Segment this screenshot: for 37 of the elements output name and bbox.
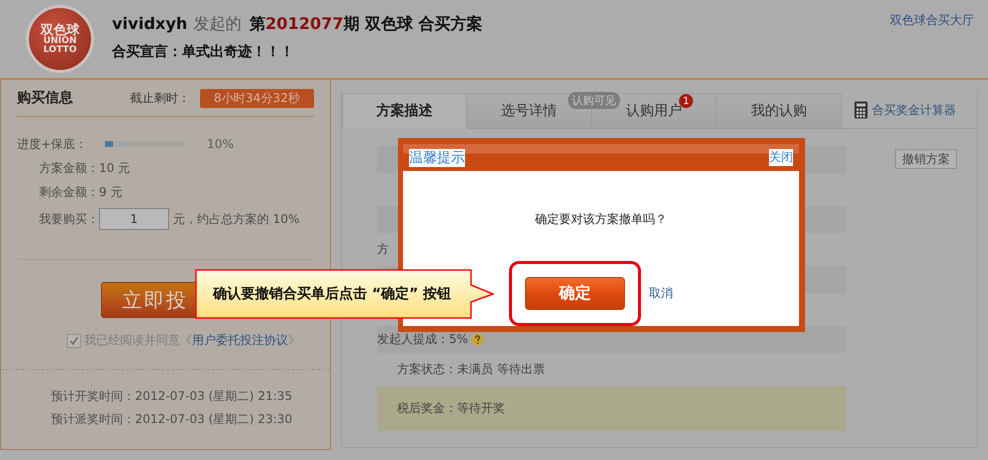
countdown: 8小时34分32秒 — [200, 88, 314, 108]
field-value: 10 元 — [99, 160, 130, 176]
field-label: 剩余金额： — [38, 184, 99, 200]
logo: 双色球 UNION LOTTO — [26, 5, 94, 73]
calculator-link[interactable]: 合买奖金计算器 — [872, 102, 956, 118]
tab[interactable]: 我的认购 — [717, 93, 842, 129]
detail-text: 发起人提成：5% — [377, 331, 468, 348]
declaration: 合买宣言：单式出奇迹！！！ — [112, 42, 295, 60]
progress-label: 进度+保底： — [17, 136, 88, 152]
agreement-link[interactable]: 用户委托投注协议 — [192, 332, 288, 349]
time-text: 预计派奖时间：2012-07-03 (星期二) 23:30 — [51, 411, 294, 428]
agree-text: 我已经阅读并同意《 — [84, 332, 192, 349]
agree-checkbox[interactable] — [67, 334, 81, 348]
confirm-button[interactable]: 确定 — [525, 277, 625, 310]
close-link[interactable]: 关闭 — [769, 149, 793, 166]
plan-title: vividxyh 发起的 第2012077期 双色球 合买方案 — [112, 14, 483, 34]
visibility-badge: 认购可见 — [568, 92, 620, 109]
dialog-message: 确定要对该方案撤单吗？ — [535, 211, 667, 228]
dialog-title: 温馨提示 — [409, 148, 465, 166]
share-text: 元，约占总方案的 10% — [173, 210, 300, 228]
agree-text-end: 》 — [288, 332, 300, 349]
cancel-plan-button[interactable]: 撤销方案 — [895, 149, 957, 169]
progress-reading: 10% — [207, 137, 234, 151]
field-label: 我要购买： — [38, 210, 99, 228]
deadline-label: 截止剩时： — [130, 90, 190, 106]
calculator-icon — [854, 101, 868, 119]
tab[interactable]: 方案描述 — [342, 93, 467, 129]
detail-text: 方 — [377, 241, 389, 258]
cancel-link[interactable]: 取消 — [649, 285, 673, 302]
field-label: 方案金额： — [38, 160, 99, 176]
amount-input[interactable]: 1 — [99, 208, 169, 230]
detail-text: 税后奖金：等待开奖 — [397, 400, 505, 417]
time-text: 预计开奖时间：2012-07-03 (星期二) 21:35 — [51, 388, 294, 405]
detail-text: 方案状态：未满员 等待出票 — [397, 361, 545, 378]
section-title: 购买信息 — [17, 89, 74, 107]
field-value: 9 元 — [99, 184, 122, 200]
hall-link[interactable]: 双色球合买大厅 — [890, 12, 974, 29]
